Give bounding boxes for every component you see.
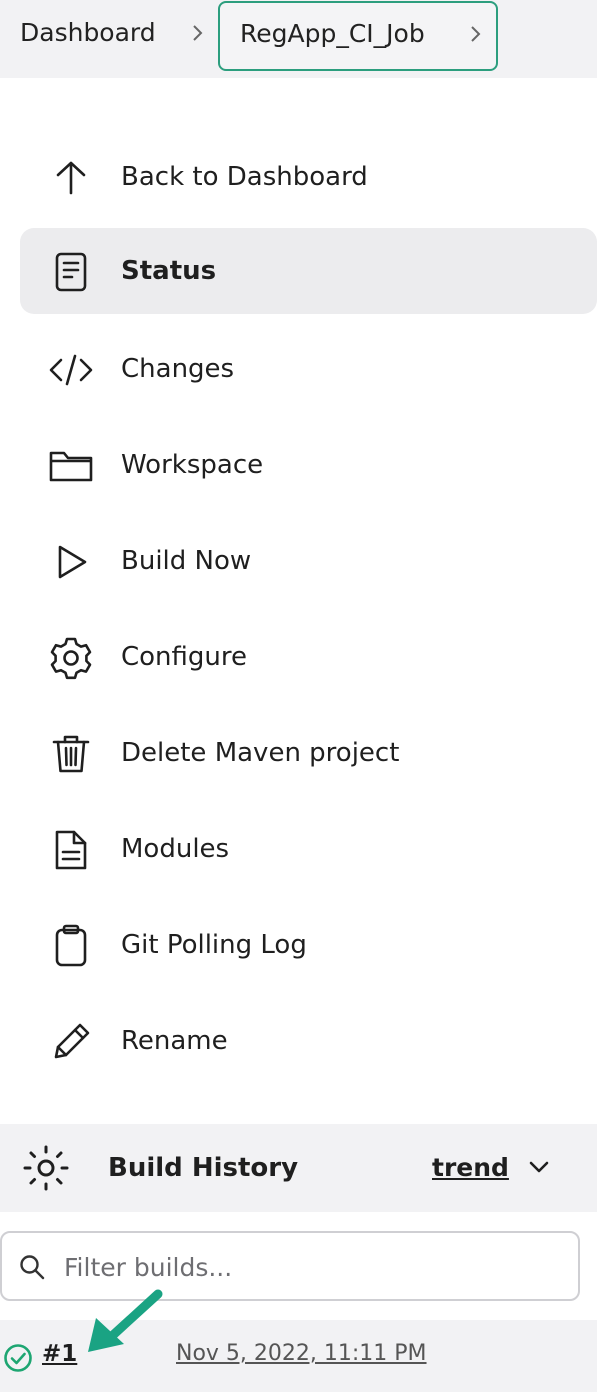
file-icon	[48, 827, 94, 873]
sidebar-item-label: Delete Maven project	[121, 738, 400, 768]
build-number-link[interactable]: #1	[42, 1320, 77, 1388]
build-history-header: Build History trend	[0, 1124, 597, 1212]
sidebar-item-git-polling-log[interactable]: Git Polling Log	[20, 902, 597, 988]
sidebar-item-label: Back to Dashboard	[121, 162, 368, 192]
gear-icon	[48, 635, 94, 681]
breadcrumb-dashboard[interactable]: Dashboard	[20, 18, 156, 48]
sidebar-item-status[interactable]: Status	[20, 228, 597, 314]
clipboard-icon	[48, 923, 94, 969]
sidebar-item-label: Rename	[121, 1026, 228, 1056]
sidebar-item-changes[interactable]: Changes	[20, 326, 597, 412]
document-icon	[48, 249, 94, 295]
sidebar-item-label: Git Polling Log	[121, 930, 307, 960]
sidebar-item-configure[interactable]: Configure	[20, 614, 597, 700]
sidebar-item-back-to-dashboard[interactable]: Back to Dashboard	[20, 134, 597, 220]
breadcrumb: Dashboard RegApp_CI_Job	[0, 0, 597, 78]
chevron-right-icon[interactable]	[468, 19, 484, 49]
build-history-title: Build History	[108, 1153, 299, 1183]
sidebar-item-label: Modules	[121, 834, 230, 864]
code-icon	[48, 347, 94, 393]
search-icon	[20, 1255, 45, 1280]
filter-builds-input[interactable]	[62, 1245, 566, 1289]
breadcrumb-job-label: RegApp_CI_Job	[240, 19, 425, 48]
trash-icon	[48, 731, 94, 777]
arrow-up-icon	[48, 155, 94, 201]
sidebar-item-label: Workspace	[121, 450, 264, 480]
folder-icon	[48, 443, 94, 489]
play-icon	[48, 539, 94, 585]
build-date-link[interactable]: Nov 5, 2022, 11:11 PM	[176, 1320, 427, 1388]
pencil-icon	[48, 1019, 94, 1065]
build-history-sun-icon	[23, 1145, 69, 1191]
sidebar-item-build-now[interactable]: Build Now	[20, 518, 597, 604]
sidebar-item-modules[interactable]: Modules	[20, 806, 597, 892]
breadcrumb-current-job[interactable]: RegApp_CI_Job	[218, 1, 498, 71]
sidebar-item-label: Status	[121, 256, 217, 286]
success-check-icon	[4, 1344, 32, 1372]
sidebar-item-label: Build Now	[121, 546, 252, 576]
sidebar-item-delete-maven-project[interactable]: Delete Maven project	[20, 710, 597, 796]
chevron-down-icon[interactable]	[526, 1154, 552, 1180]
trend-link[interactable]: trend	[432, 1124, 509, 1212]
sidebar-item-workspace[interactable]: Workspace	[20, 422, 597, 508]
sidebar-item-label: Configure	[121, 642, 248, 672]
chevron-right-icon	[193, 25, 203, 41]
annotation-arrow-icon	[88, 1289, 163, 1352]
sidebar-item-rename[interactable]: Rename	[20, 998, 597, 1084]
sidebar-item-label: Changes	[121, 354, 235, 384]
